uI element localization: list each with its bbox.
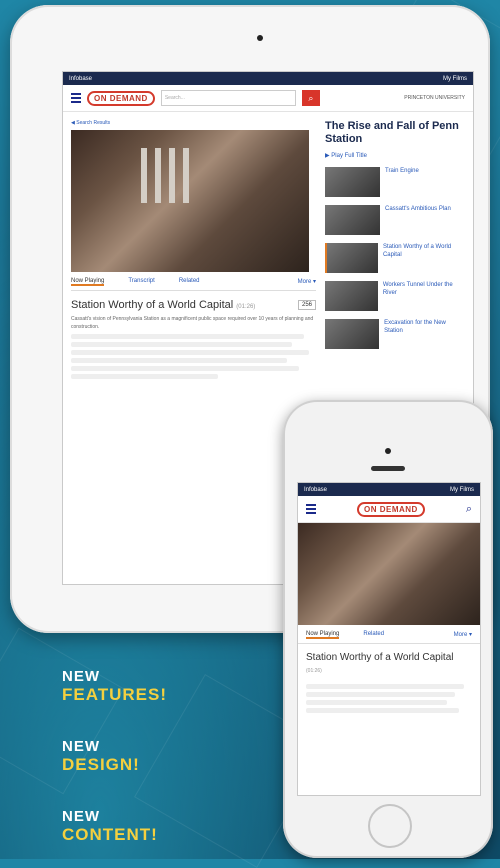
segment-time: (01:26) [236, 304, 256, 310]
clip-item[interactable]: Workers Tunnel Under the River [325, 281, 465, 311]
logo[interactable]: ON DEMAND [356, 501, 425, 517]
phone-device: Infobase My Films ON DEMAND ⌕ Now Playin… [283, 400, 493, 858]
video-player[interactable] [298, 523, 480, 625]
home-button[interactable] [368, 804, 412, 848]
top-bar: Infobase My Films [63, 72, 473, 85]
phone-header: ON DEMAND ⌕ [298, 496, 480, 523]
search-input[interactable]: Search... [160, 90, 296, 106]
search-icon[interactable]: ⌕ [466, 503, 472, 516]
promo-features: NEW FEATURES! [62, 668, 168, 704]
segment-title-row: Station Worthy of a World Capital (01:26… [71, 299, 316, 311]
brand-label[interactable]: Infobase [304, 487, 327, 493]
tab-related[interactable]: Related [363, 631, 384, 639]
promo-design: NEW DESIGN! [62, 738, 140, 774]
tab-related[interactable]: Related [179, 278, 200, 286]
tab-now-playing[interactable]: Now Playing [306, 631, 340, 639]
search-icon: ⌕ [308, 92, 314, 103]
sidebar-title: The Rise and Fall of Penn Station [325, 120, 459, 145]
tab-now-playing[interactable]: Now Playing [71, 278, 105, 286]
segment-title: Station Worthy of a World Capital (01:26… [306, 652, 454, 674]
brand-label[interactable]: Infobase [69, 76, 92, 82]
clip-item[interactable]: Excavation for the New Station [325, 319, 465, 349]
segment-description: Cassatt's vision of Pennsylvania Station… [71, 316, 314, 330]
breadcrumb[interactable]: ◀ Search Results [71, 120, 316, 126]
tablet-camera [257, 35, 263, 41]
logo[interactable]: ON DEMAND [87, 90, 155, 106]
tab-bar: Now Playing Transcript Related More ▾ [71, 278, 316, 291]
phone-speaker [371, 466, 405, 471]
clip-item[interactable]: Cassatt's Ambitious Plan [325, 205, 465, 235]
account-link[interactable]: My Films [443, 76, 467, 82]
count-badge: 256 [297, 300, 316, 310]
phone-top-bar: Infobase My Films [298, 483, 480, 496]
video-player[interactable] [71, 130, 309, 272]
phone-tab-bar: Now Playing Related More ▾ [298, 631, 480, 644]
more-menu[interactable]: More ▾ [454, 631, 472, 639]
sidebar: The Rise and Fall of Penn Station ▶ Play… [325, 120, 465, 349]
tab-transcript[interactable]: Transcript [128, 278, 154, 286]
promo-content: NEW CONTENT! [62, 808, 158, 844]
main-content: ◀ Search Results Now Playing Transcript … [71, 120, 316, 382]
play-full-title[interactable]: ▶ Play Full Title [325, 152, 465, 159]
institution-logo: PRINCETON UNIVERSITY [404, 95, 465, 101]
phone-screen: Infobase My Films ON DEMAND ⌕ Now Playin… [297, 482, 481, 796]
search-button[interactable]: ⌕ [301, 90, 320, 106]
clip-item[interactable]: Train Engine [325, 167, 465, 197]
clip-item-active[interactable]: Station Worthy of a World Capital [325, 243, 465, 273]
header: ON DEMAND Search... ⌕ PRINCETON UNIVERSI… [63, 85, 473, 112]
more-menu[interactable]: More ▾ [298, 278, 316, 286]
phone-camera [385, 448, 391, 454]
segment-title: Station Worthy of a World Capital [71, 299, 234, 311]
menu-icon[interactable] [71, 93, 81, 103]
menu-icon[interactable] [306, 504, 316, 514]
account-link[interactable]: My Films [450, 487, 474, 493]
